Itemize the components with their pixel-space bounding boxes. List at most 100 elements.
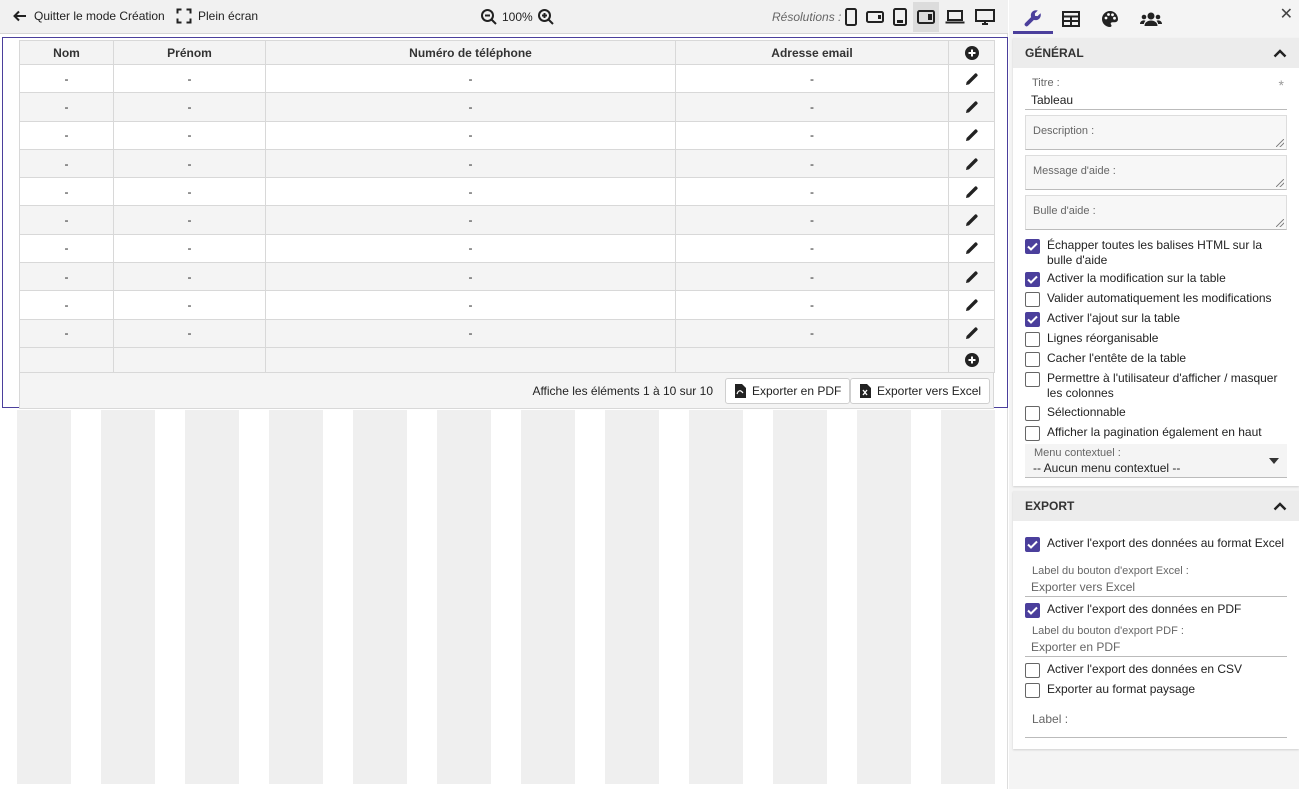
tab-table[interactable] <box>1051 4 1091 34</box>
tab-properties[interactable] <box>1013 4 1053 34</box>
checkbox-option[interactable]: Afficher la pagination également en haut <box>1025 425 1287 441</box>
column-header-prenom[interactable]: Prénom <box>113 40 266 65</box>
app: Quitter le mode Création Plein écran 100… <box>0 0 1299 789</box>
checkbox-option[interactable]: Valider automatiquement les modification… <box>1025 291 1287 307</box>
edit-row-button[interactable] <box>948 120 995 150</box>
table-row[interactable]: ---- <box>19 318 995 348</box>
export-pdf-button[interactable]: Exporter en PDF <box>725 378 851 404</box>
checkbox-option[interactable]: Cacher l'entête de la table <box>1025 351 1287 367</box>
column-header-nom[interactable]: Nom <box>19 40 114 65</box>
edit-row-button[interactable] <box>948 233 995 264</box>
empty-cell <box>265 346 676 373</box>
column-header-email[interactable]: Adresse email <box>675 40 949 65</box>
edit-row-button[interactable] <box>948 92 995 122</box>
checkbox-export-excel[interactable]: Activer l'export des données au format E… <box>1025 536 1287 552</box>
zoom-in-icon[interactable] <box>537 8 555 26</box>
table-row[interactable]: ---- <box>19 148 995 179</box>
add-column-header[interactable] <box>948 40 995 65</box>
table-widget[interactable]: Nom Prénom Numéro de téléphone Adresse e… <box>2 37 1008 409</box>
excel-button-label-field[interactable]: Label du bouton d'export Excel : Exporte… <box>1025 563 1287 597</box>
checkbox-unchecked-icon <box>1025 352 1040 367</box>
resize-handle-icon[interactable] <box>1276 179 1284 187</box>
panel-tabs: ✕ <box>1009 0 1299 36</box>
table-cell: - <box>675 148 949 179</box>
checkbox-export-landscape[interactable]: Exporter au format paysage <box>1025 682 1287 698</box>
zoom-out-icon[interactable] <box>480 8 498 26</box>
column-header-telephone[interactable]: Numéro de téléphone <box>265 40 676 65</box>
checkbox-option[interactable]: Lignes réorganisable <box>1025 331 1287 347</box>
checkbox-option[interactable]: Activer l'ajout sur la table <box>1025 311 1287 327</box>
export-excel-button[interactable]: Exporter vers Excel <box>850 378 991 404</box>
grid-column-stripe <box>353 410 407 784</box>
grid-column-stripe <box>101 410 155 784</box>
pencil-icon <box>965 73 978 85</box>
general-section-title: Général <box>1025 46 1084 60</box>
table-cell: - <box>265 148 676 179</box>
grid-column-stripe <box>857 410 911 784</box>
caret-down-icon <box>1269 458 1279 464</box>
checkbox-export-pdf[interactable]: Activer l'export des données en PDF <box>1025 602 1287 618</box>
resolution-desktop-button[interactable] <box>972 2 998 32</box>
add-row-button[interactable] <box>948 346 995 373</box>
table-cell: - <box>675 262 949 292</box>
titre-field[interactable]: Titre : * Tableau <box>1025 75 1287 110</box>
quit-design-mode-button[interactable]: Quitter le mode Création <box>12 8 165 24</box>
table-row[interactable]: ---- <box>19 233 995 264</box>
table-cell: - <box>113 262 266 292</box>
empty-cell <box>675 346 949 373</box>
resize-handle-icon[interactable] <box>1276 219 1284 227</box>
tab-permissions[interactable] <box>1131 4 1171 34</box>
resolution-laptop-button[interactable] <box>942 2 968 32</box>
description-textarea[interactable]: Description : <box>1025 115 1287 150</box>
table-cell: - <box>113 177 266 207</box>
zoom-value: 100% <box>502 10 533 24</box>
table-row[interactable]: ---- <box>19 262 995 292</box>
resolution-tablet-landscape-button[interactable] <box>913 2 939 32</box>
table-cell: - <box>19 148 114 179</box>
edit-row-button[interactable] <box>948 262 995 292</box>
checkbox-export-csv[interactable]: Activer l'export des données en CSV <box>1025 662 1287 678</box>
table-row[interactable]: ---- <box>19 92 995 122</box>
checkbox-option-label: Lignes réorganisable <box>1047 331 1159 345</box>
checkbox-unchecked-icon <box>1025 683 1040 698</box>
edit-row-button[interactable] <box>948 63 995 94</box>
pdf-button-label-field[interactable]: Label du bouton d'export PDF : Exporter … <box>1025 623 1287 657</box>
resolution-phone-landscape-button[interactable] <box>862 2 888 32</box>
fullscreen-icon <box>176 8 192 24</box>
table-row[interactable]: ---- <box>19 120 995 150</box>
titre-value: Tableau <box>1031 93 1074 107</box>
table-row[interactable]: ---- <box>19 63 995 94</box>
grid-column-stripe <box>521 410 575 784</box>
bulle-aide-textarea[interactable]: Bulle d'aide : <box>1025 195 1287 230</box>
users-icon <box>1140 12 1162 26</box>
general-section-header[interactable]: Général <box>1013 38 1299 68</box>
edit-row-button[interactable] <box>948 205 995 235</box>
close-panel-icon[interactable]: ✕ <box>1280 4 1293 24</box>
checkbox-option[interactable]: Permettre à l'utilisateur d'afficher / m… <box>1025 371 1287 400</box>
table-cell: - <box>19 63 114 94</box>
export-label-field[interactable]: Label : <box>1025 702 1287 738</box>
fullscreen-button[interactable]: Plein écran <box>176 8 258 24</box>
edit-row-button[interactable] <box>948 148 995 179</box>
export-section-header[interactable]: Export <box>1013 491 1299 521</box>
table-row[interactable]: ---- <box>19 290 995 320</box>
chevron-up-icon <box>1273 502 1287 511</box>
table-icon <box>1062 11 1080 27</box>
pencil-icon <box>965 271 978 283</box>
checkbox-option[interactable]: Activer la modification sur la table <box>1025 271 1287 287</box>
edit-row-button[interactable] <box>948 318 995 348</box>
tab-style[interactable] <box>1090 4 1130 34</box>
resolution-phone-portrait-button[interactable] <box>838 2 864 32</box>
edit-row-button[interactable] <box>948 177 995 207</box>
excel-button-label-label: Label du bouton d'export Excel : <box>1032 565 1189 577</box>
checkbox-option[interactable]: Sélectionnable <box>1025 405 1287 421</box>
edit-row-button[interactable] <box>948 290 995 320</box>
resolution-tablet-portrait-button[interactable] <box>887 2 913 32</box>
table-row[interactable]: ---- <box>19 205 995 235</box>
checkbox-option[interactable]: Échapper toutes les balises HTML sur la … <box>1025 238 1287 267</box>
menu-contextuel-select[interactable]: Menu contextuel : -- Aucun menu contextu… <box>1025 444 1287 478</box>
resize-handle-icon[interactable] <box>1276 139 1284 147</box>
table-row[interactable]: ---- <box>19 177 995 207</box>
resolutions-label: Résolutions : <box>772 10 842 24</box>
message-aide-textarea[interactable]: Message d'aide : <box>1025 155 1287 190</box>
